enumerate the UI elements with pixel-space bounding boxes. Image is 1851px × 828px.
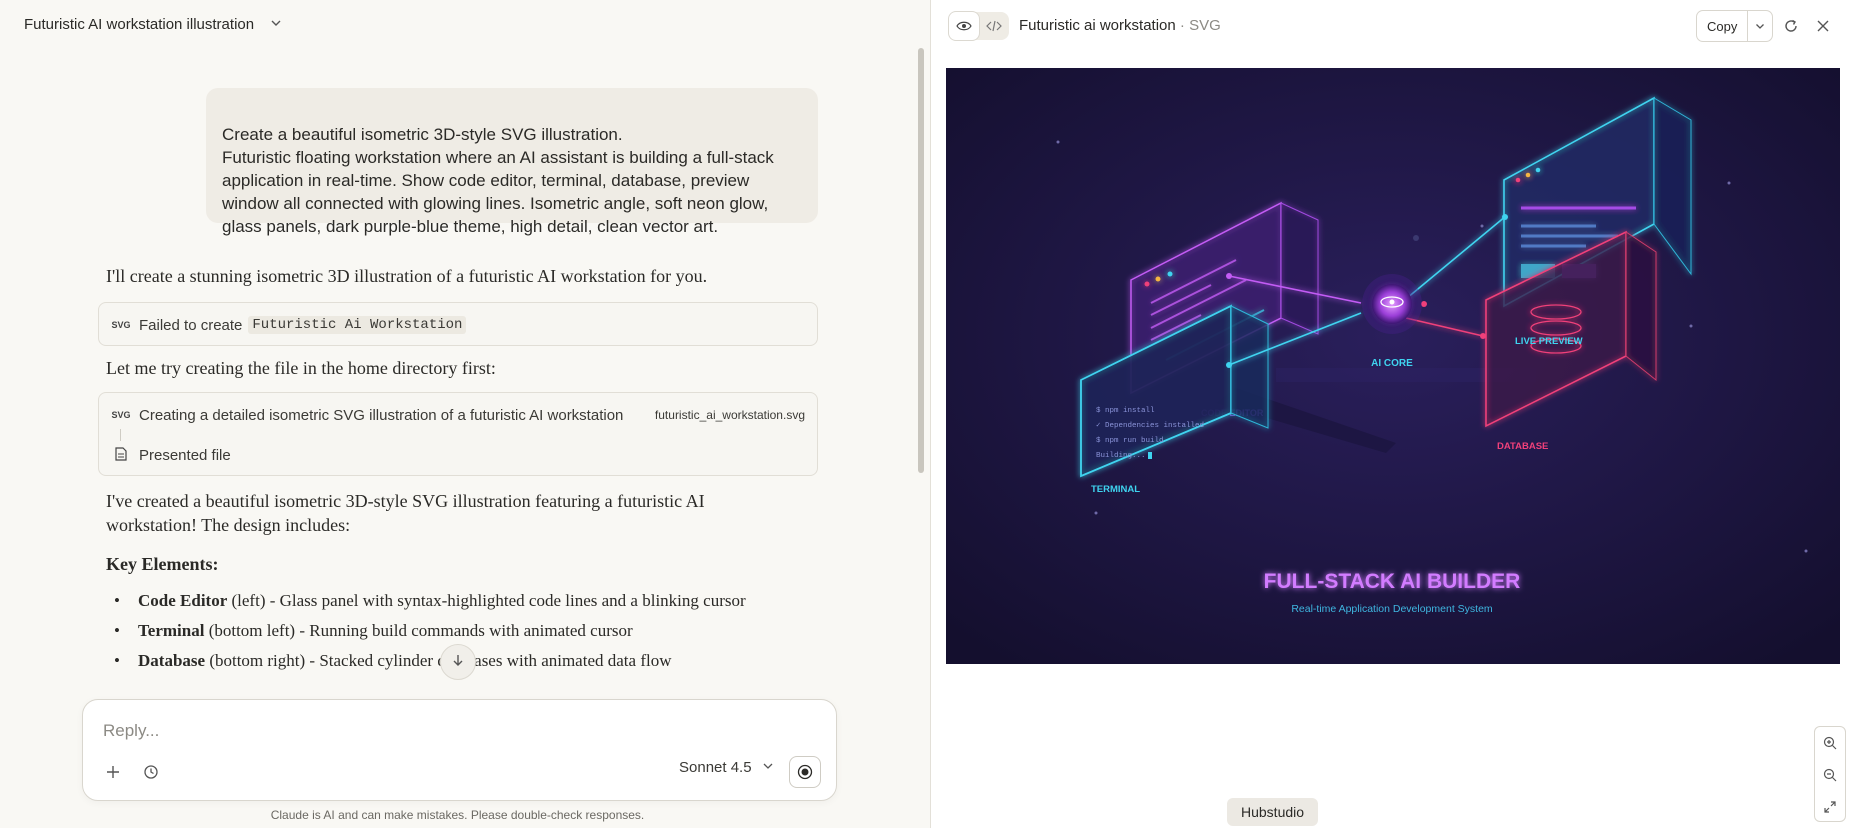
ai-core-label: AI CORE <box>1371 358 1413 369</box>
live-preview-label: LIVE PREVIEW <box>1515 336 1583 347</box>
conversation-title[interactable]: Futuristic AI workstation illustration <box>24 16 254 33</box>
clock-icon <box>144 765 158 779</box>
refresh-icon <box>1785 19 1797 32</box>
zoom-out-button[interactable] <box>1815 759 1845 791</box>
close-button[interactable] <box>1811 14 1835 38</box>
artifact-type-separator: · <box>1179 17 1185 34</box>
model-name: Sonnet 4.5 <box>679 759 752 776</box>
zoom-controls <box>1814 726 1846 822</box>
key-elements-heading: Key Elements: <box>106 554 219 574</box>
assistant-intro: I'll create a stunning isometric 3D illu… <box>106 266 708 286</box>
svg-file-icon: SVG <box>111 320 131 330</box>
terminal-line: $ npm install <box>1096 407 1155 415</box>
history-button[interactable] <box>135 756 167 788</box>
reply-composer: Sonnet 4.5 <box>82 699 837 801</box>
close-icon <box>1817 20 1829 32</box>
copy-button-group: Copy <box>1696 10 1774 42</box>
plus-icon <box>107 766 119 778</box>
document-icon <box>111 447 131 463</box>
voice-mode-button[interactable] <box>789 756 821 788</box>
scroll-to-bottom-button[interactable] <box>440 644 476 680</box>
chat-scrollbar[interactable] <box>918 48 924 473</box>
artifact-type: SVG <box>1189 17 1221 34</box>
tool-create-file[interactable]: futuristic_ai_workstation.svg <box>655 408 805 422</box>
code-icon[interactable] <box>979 12 1009 40</box>
hubstudio-taskbar-item[interactable]: Hubstudio <box>1227 798 1319 826</box>
view-toggle[interactable] <box>949 12 1009 40</box>
chevron-down-icon[interactable] <box>270 17 282 32</box>
list-item: Code Editor (left) - Glass panel with sy… <box>106 588 746 614</box>
expand-icon <box>1824 801 1836 813</box>
disclaimer-text: Claude is AI and can make mistakes. Plea… <box>270 808 645 822</box>
ai-core-orb <box>1362 274 1422 334</box>
record-icon <box>797 764 813 780</box>
user-message: Create a beautiful isometric 3D-style SV… <box>206 88 818 236</box>
tool-present-label: Presented file <box>139 446 231 464</box>
tool-call-group: SVG Creating a detailed isometric SVG il… <box>98 392 818 476</box>
terminal-label: TERMINAL <box>1091 484 1140 495</box>
artifact-header: Futuristic ai workstation · SVG Copy <box>931 0 1851 52</box>
list-item: Terminal (bottom left) - Running build c… <box>106 618 746 644</box>
copy-button[interactable]: Copy <box>1697 11 1749 41</box>
tool-failed-name: Futuristic Ai Workstation <box>248 316 467 334</box>
zoom-in-button[interactable] <box>1815 727 1845 759</box>
copy-options-button[interactable] <box>1748 11 1772 41</box>
refresh-button[interactable] <box>1779 14 1803 38</box>
app-window: Futuristic AI workstation illustration C… <box>0 0 1851 828</box>
artifact-name: Futuristic ai workstation <box>1019 17 1176 34</box>
terminal-line: ✓ Dependencies installed <box>1096 422 1204 430</box>
database-label: DATABASE <box>1497 441 1548 452</box>
arrow-down-icon <box>451 653 465 672</box>
preview-eye-icon[interactable] <box>949 12 979 40</box>
terminal-cursor <box>1148 452 1152 459</box>
add-attachment-button[interactable] <box>97 756 129 788</box>
tool-create-label: Creating a detailed isometric SVG illust… <box>139 406 624 424</box>
message-list[interactable]: Create a beautiful isometric 3D-style SV… <box>0 48 915 696</box>
key-elements-list: Code Editor (left) - Glass panel with sy… <box>106 588 746 678</box>
conversation-header[interactable]: Futuristic AI workstation illustration <box>0 0 931 48</box>
user-message-text: Create a beautiful isometric 3D-style SV… <box>222 125 774 236</box>
tool-call-create[interactable]: SVG Creating a detailed isometric SVG il… <box>99 395 817 435</box>
tool-call-failed[interactable]: SVG Failed to create Futuristic Ai Works… <box>98 302 818 346</box>
list-item: Database (bottom right) - Stacked cylind… <box>106 648 746 674</box>
fit-to-screen-button[interactable] <box>1815 791 1845 823</box>
svg-file-icon: SVG <box>111 410 131 420</box>
assistant-summary: I've created a beautiful isometric 3D-st… <box>106 491 705 535</box>
chevron-down-icon <box>762 759 774 776</box>
artifact-title: Futuristic ai workstation · SVG <box>1019 17 1221 34</box>
terminal-line: Building... <box>1096 452 1146 460</box>
zoom-out-icon <box>1823 768 1837 782</box>
artifact-preview: CODE EDITOR $ npm install ✓ Dependencies… <box>946 68 1840 664</box>
illustration-title: FULL-STACK AI BUILDER <box>1264 570 1521 593</box>
workstation-illustration: CODE EDITOR $ npm install ✓ Dependencies… <box>946 68 1840 664</box>
chat-panel: Futuristic AI workstation illustration C… <box>0 0 931 828</box>
tool-failed-label: Failed to create <box>139 316 243 334</box>
chevron-down-icon <box>1756 24 1765 29</box>
illustration-subtitle: Real-time Application Development System <box>1291 603 1493 615</box>
model-selector[interactable]: Sonnet 4.5 <box>679 759 774 776</box>
zoom-in-icon <box>1823 736 1837 750</box>
assistant-retry-text: Let me try creating the file in the home… <box>106 358 496 378</box>
reply-input[interactable] <box>103 716 803 746</box>
terminal-line: $ npm run build <box>1096 437 1164 445</box>
tool-call-present[interactable]: Presented file <box>99 435 817 475</box>
artifact-panel: Futuristic ai workstation · SVG Copy $ n… <box>931 0 1851 828</box>
